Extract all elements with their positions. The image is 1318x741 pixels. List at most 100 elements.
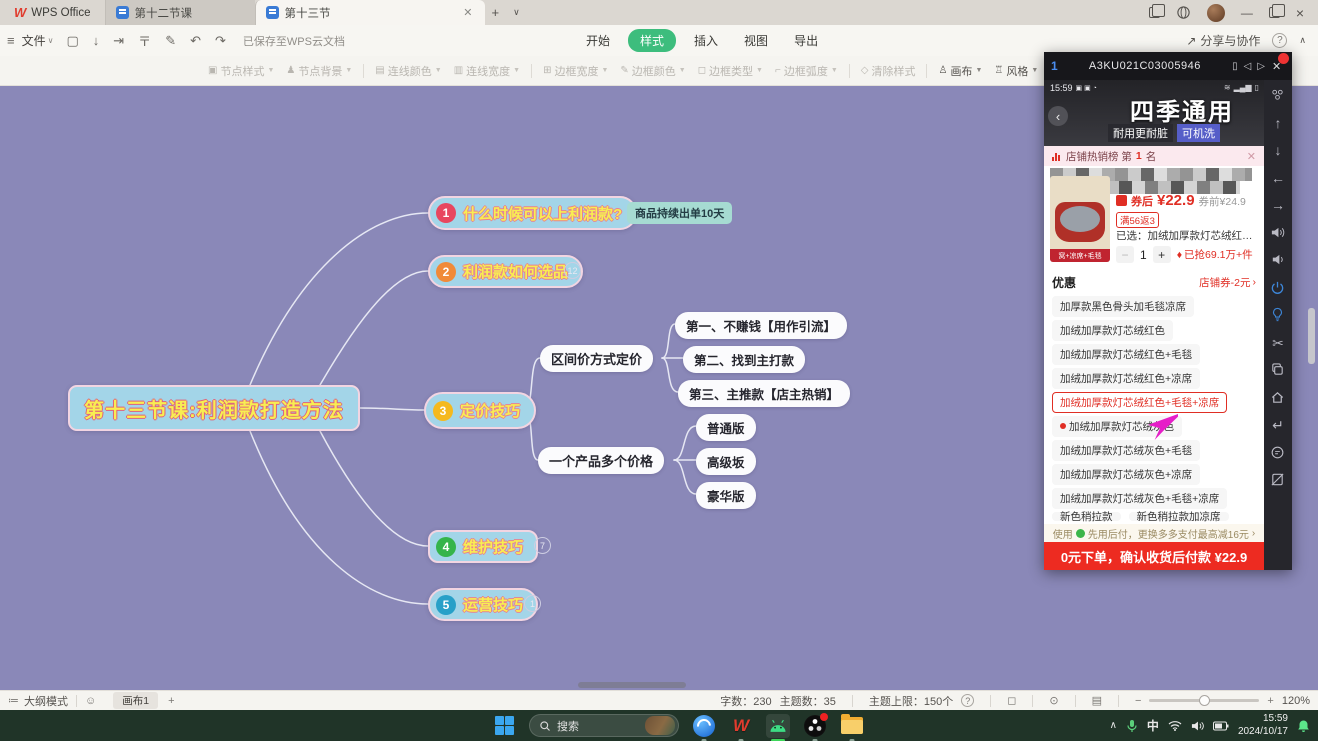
branch-node-5[interactable]: 5 运营技巧	[428, 588, 538, 621]
sku-option-4[interactable]: 加绒加厚款灯芯绒红色+凉席	[1052, 368, 1200, 389]
branch-5-collapse-badge[interactable]: 1	[524, 595, 541, 612]
toolbar-border-width[interactable]: ⊞边框宽度▼	[543, 63, 608, 79]
rotate-icon[interactable]: ▯	[1232, 61, 1238, 72]
shop-coupon-link[interactable]: 店铺券-2元›	[1199, 275, 1256, 290]
toolbar-border-color[interactable]: ✎边框颜色▼	[620, 63, 685, 79]
swipe-down-icon[interactable]: ↓	[1270, 142, 1286, 158]
restore-button[interactable]	[1269, 7, 1280, 18]
prev-device-icon[interactable]: ◁	[1244, 61, 1252, 72]
phone-window-header[interactable]: 1 A3KU021C03005946 ▯ ◁ ▷ ✕	[1044, 52, 1292, 80]
doc-tab-2-active[interactable]: 第十三节 ✕	[255, 0, 485, 25]
close-tab-icon[interactable]: ✕	[461, 6, 474, 19]
branch-node-2[interactable]: 2 利润款如何选品	[428, 255, 583, 288]
toolbar-canvas[interactable]: ♙画布▼	[938, 63, 982, 79]
sub-node-pricing-range[interactable]: 区间价方式定价	[540, 345, 653, 372]
branch-1-child-node[interactable]: 商品持续出单10天	[627, 202, 732, 224]
undo-icon[interactable]: ↶	[183, 33, 208, 49]
user-avatar[interactable]	[1207, 4, 1225, 22]
toolbar-node-background[interactable]: ♟节点背景▼	[286, 63, 352, 79]
hamburger-icon[interactable]: ≡	[0, 33, 22, 48]
phone-screen[interactable]: 15:59 ▣ ▣ ◔ ≋▂▄▆▯ ‹ 四季通用 耐用更耐脏 可机洗 店铺热销榜…	[1044, 80, 1264, 570]
android-mirror-app-icon[interactable]	[766, 714, 790, 738]
product-media[interactable]: 15:59 ▣ ▣ ◔ ≋▂▄▆▯ ‹ 四季通用 耐用更耐脏 可机洗	[1044, 80, 1264, 146]
screen-off-icon[interactable]	[1270, 472, 1286, 488]
menu-start[interactable]: 开始	[578, 30, 618, 51]
swipe-left-icon[interactable]: ←	[1270, 170, 1286, 186]
menu-export[interactable]: 导出	[786, 30, 826, 51]
screenshot-scissors-icon[interactable]: ✂	[1270, 335, 1286, 351]
ime-indicator[interactable]: 中	[1147, 717, 1159, 734]
fit-selection-icon[interactable]: ◻	[1007, 694, 1016, 707]
sku-option-7[interactable]: 加绒加厚款灯芯绒灰色+毛毯	[1052, 440, 1200, 461]
file-explorer-icon[interactable]	[840, 714, 864, 738]
wifi-icon[interactable]	[1168, 720, 1182, 731]
leaf-node-advanced[interactable]: 高级坂	[696, 448, 756, 475]
back-key-icon[interactable]: ↵	[1270, 417, 1286, 433]
toolbar-clear-style[interactable]: ◇清除样式	[861, 63, 916, 79]
toolbar-node-style[interactable]: ▣节点样式▼	[208, 63, 274, 79]
emoji-icon[interactable]: ☺	[85, 695, 96, 707]
limit-help-icon[interactable]: ?	[961, 694, 974, 707]
zoom-out-button[interactable]: −	[1135, 695, 1141, 707]
swipe-up-icon[interactable]: ↑	[1270, 115, 1286, 131]
sku-option-1[interactable]: 加厚款黑色骨头加毛毯凉席	[1052, 296, 1194, 317]
toolbar-line-color[interactable]: ▤连线颜色▼	[375, 63, 441, 79]
speaker-icon[interactable]	[1191, 720, 1204, 732]
close-phone-window[interactable]: ✕	[1271, 59, 1285, 73]
minimap-icon[interactable]: ▤	[1092, 694, 1102, 707]
wps-app-icon[interactable]: W	[729, 714, 753, 738]
canvas-horizontal-scrollbar[interactable]	[578, 682, 686, 688]
tab-list-chevron[interactable]: ∨	[506, 0, 527, 25]
leaf-node-deluxe[interactable]: 豪华版	[696, 482, 756, 509]
outline-mode-toggle[interactable]: 大纲模式	[24, 693, 68, 709]
pay-later-bar[interactable]: 使用 先用后付，更换多多支付最高减16元 ›	[1044, 524, 1264, 542]
wps-office-tab[interactable]: W WPS Office	[0, 0, 105, 25]
canvas-vertical-scrollbar[interactable]	[1308, 308, 1315, 364]
microphone-icon[interactable]	[1126, 719, 1138, 733]
taskbar-clock[interactable]: 15:592024/10/17	[1238, 713, 1288, 738]
sku-option-11[interactable]: 新色稍拉款加凉席	[1129, 512, 1229, 521]
multi-window-icon[interactable]	[1149, 7, 1160, 18]
doc-tab-1[interactable]: 第十二节课	[105, 0, 255, 25]
back-button[interactable]: ‹	[1048, 106, 1068, 126]
blue-app-icon[interactable]	[692, 714, 716, 738]
swipe-right-icon[interactable]: →	[1270, 197, 1286, 213]
zoom-in-button[interactable]: +	[1267, 695, 1273, 707]
canvas-tab-1[interactable]: 画布1	[113, 692, 158, 709]
add-canvas-button[interactable]: +	[168, 695, 174, 707]
minimize-button[interactable]: —	[1241, 6, 1253, 20]
toolbar-border-type[interactable]: ◻边框类型▼	[698, 63, 763, 79]
volume-up-icon[interactable]	[1270, 225, 1286, 241]
sku-option-9[interactable]: 加绒加厚款灯芯绒灰色+毛毯+凉席	[1052, 488, 1227, 509]
new-tab-button[interactable]: +	[485, 0, 507, 25]
sku-option-8[interactable]: 加绒加厚款灯芯绒灰色+凉席	[1052, 464, 1200, 485]
file-menu-chevron[interactable]: ∨	[48, 36, 54, 45]
redo-icon[interactable]: ↷	[208, 33, 233, 49]
minus-button[interactable]: −	[1116, 246, 1134, 263]
file-menu[interactable]: 文件	[22, 32, 46, 49]
flashlight-icon[interactable]	[1270, 307, 1286, 323]
leaf-node-2[interactable]: 第二、找到主打款	[683, 346, 805, 373]
copy-icon[interactable]	[1270, 362, 1286, 378]
notification-bell-icon[interactable]	[1297, 719, 1310, 733]
branch-node-3[interactable]: 3 定价技巧	[424, 392, 536, 429]
sku-option-2[interactable]: 加绒加厚款灯芯绒红色	[1052, 320, 1173, 341]
battery-icon[interactable]	[1213, 721, 1229, 731]
toolbar-style-theme[interactable]: ♖风格▼	[994, 63, 1038, 79]
format-painter-icon[interactable]: 〒	[131, 31, 158, 50]
message-icon[interactable]	[1270, 445, 1286, 461]
help-icon[interactable]: ?	[1272, 33, 1287, 48]
leaf-node-normal[interactable]: 普通版	[696, 414, 756, 441]
export-icon[interactable]: ⇥	[106, 33, 131, 49]
sub-node-multi-price[interactable]: 一个产品多个价格	[538, 447, 664, 474]
leaf-node-1[interactable]: 第一、不赚钱【用作引流】	[675, 312, 847, 339]
center-view-icon[interactable]: ⊙	[1049, 694, 1058, 707]
menu-style-active[interactable]: 样式	[628, 29, 676, 52]
group-control-icon[interactable]	[1270, 87, 1286, 103]
toolbar-line-width[interactable]: ▥连线宽度▼	[454, 63, 520, 79]
zoom-level[interactable]: 120%	[1282, 695, 1310, 707]
menu-insert[interactable]: 插入	[686, 30, 726, 51]
branch-node-4[interactable]: 4 维护技巧	[428, 530, 538, 563]
zoom-slider[interactable]	[1149, 699, 1259, 702]
power-icon[interactable]	[1270, 280, 1286, 296]
